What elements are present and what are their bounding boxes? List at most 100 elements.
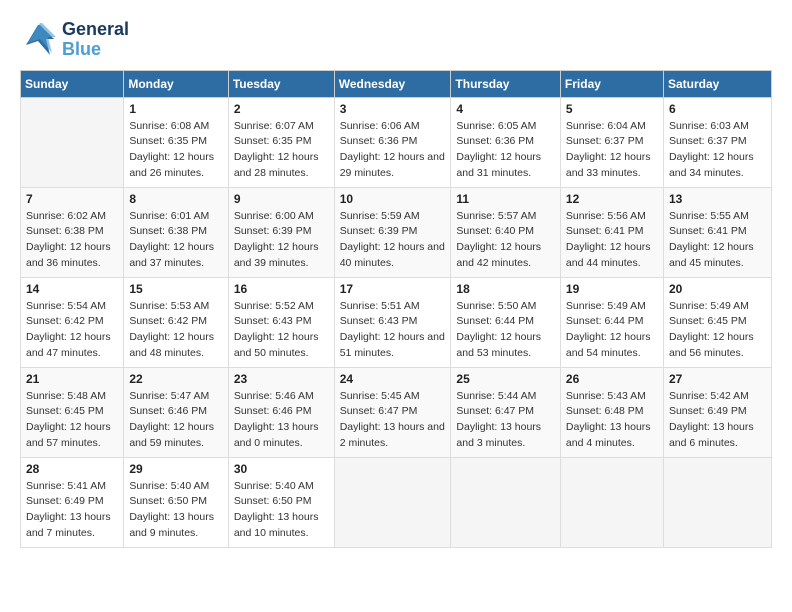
weekday-header: Sunday [21,70,124,97]
day-number: 12 [566,192,658,206]
calendar-cell: 21 Sunrise: 5:48 AMSunset: 6:45 PMDayligh… [21,367,124,457]
calendar-cell: 9Sunrise: 6:00 AMSunset: 6:39 PMDaylight… [228,187,334,277]
day-info: Sunrise: 6:02 AMSunset: 6:38 PMDaylight:… [26,209,118,272]
calendar-cell: 28Sunrise: 5:41 AMSunset: 6:49 PMDayligh… [21,457,124,547]
calendar-week-row: 7 Sunrise: 6:02 AMSunset: 6:38 PMDaylight… [21,187,772,277]
weekday-header: Thursday [451,70,561,97]
calendar-cell: 25 Sunrise: 5:44 AMSunset: 6:47 PMDayligh… [451,367,561,457]
logo-blue: Blue [62,40,129,60]
calendar-cell: 19Sunrise: 5:49 AMSunset: 6:44 PMDayligh… [560,277,663,367]
day-info: Sunrise: 6:04 AMSunset: 6:37 PMDaylight:… [566,119,658,182]
calendar-cell: 2 Sunrise: 6:07 AMSunset: 6:35 PMDaylight… [228,97,334,187]
day-info: Sunrise: 6:01 AMSunset: 6:38 PMDaylight:… [129,209,222,272]
calendar-cell: 1Sunrise: 6:08 AMSunset: 6:35 PMDaylight… [124,97,228,187]
calendar-body: 1Sunrise: 6:08 AMSunset: 6:35 PMDaylight… [21,97,772,547]
day-info: Sunrise: 5:40 AMSunset: 6:50 PMDaylight:… [129,479,222,542]
day-number: 20 [669,282,766,296]
day-number: 10 [340,192,446,206]
calendar-week-row: 1Sunrise: 6:08 AMSunset: 6:35 PMDaylight… [21,97,772,187]
calendar-cell [560,457,663,547]
day-info: Sunrise: 5:50 AMSunset: 6:44 PMDaylight:… [456,299,555,362]
day-number: 26 [566,372,658,386]
day-info: Sunrise: 6:06 AMSunset: 6:36 PMDaylight:… [340,119,446,182]
day-info: Sunrise: 5:54 AMSunset: 6:42 PMDaylight:… [26,299,118,362]
page-header: General Blue [20,20,772,60]
calendar-cell: 17 Sunrise: 5:51 AMSunset: 6:43 PMDayligh… [334,277,451,367]
day-info: Sunrise: 5:52 AMSunset: 6:43 PMDaylight:… [234,299,329,362]
calendar-cell: 14 Sunrise: 5:54 AMSunset: 6:42 PMDayligh… [21,277,124,367]
day-number: 22 [129,372,222,386]
day-number: 24 [340,372,446,386]
calendar-cell: 5 Sunrise: 6:04 AMSunset: 6:37 PMDaylight… [560,97,663,187]
day-number: 13 [669,192,766,206]
logo-bird-icon [20,21,58,59]
day-number: 14 [26,282,118,296]
day-number: 6 [669,102,766,116]
day-info: Sunrise: 6:05 AMSunset: 6:36 PMDaylight:… [456,119,555,182]
day-info: Sunrise: 6:03 AMSunset: 6:37 PMDaylight:… [669,119,766,182]
day-number: 1 [129,102,222,116]
calendar-cell: 16 Sunrise: 5:52 AMSunset: 6:43 PMDayligh… [228,277,334,367]
calendar-cell: 8 Sunrise: 6:01 AMSunset: 6:38 PMDaylight… [124,187,228,277]
calendar-week-row: 14 Sunrise: 5:54 AMSunset: 6:42 PMDayligh… [21,277,772,367]
day-info: Sunrise: 5:53 AMSunset: 6:42 PMDaylight:… [129,299,222,362]
day-number: 2 [234,102,329,116]
logo-general: General [62,20,129,40]
calendar-cell: 4 Sunrise: 6:05 AMSunset: 6:36 PMDaylight… [451,97,561,187]
day-number: 29 [129,462,222,476]
calendar-cell: 3 Sunrise: 6:06 AMSunset: 6:36 PMDaylight… [334,97,451,187]
calendar-cell [451,457,561,547]
day-number: 5 [566,102,658,116]
day-info: Sunrise: 6:07 AMSunset: 6:35 PMDaylight:… [234,119,329,182]
day-info: Sunrise: 5:44 AMSunset: 6:47 PMDaylight:… [456,389,555,452]
day-info: Sunrise: 5:51 AMSunset: 6:43 PMDaylight:… [340,299,446,362]
day-info: Sunrise: 5:43 AMSunset: 6:48 PMDaylight:… [566,389,658,452]
day-info: Sunrise: 5:59 AMSunset: 6:39 PMDaylight:… [340,209,446,272]
day-number: 4 [456,102,555,116]
calendar-week-row: 21 Sunrise: 5:48 AMSunset: 6:45 PMDayligh… [21,367,772,457]
calendar-cell: 20 Sunrise: 5:49 AMSunset: 6:45 PMDayligh… [663,277,771,367]
calendar-cell: 11 Sunrise: 5:57 AMSunset: 6:40 PMDayligh… [451,187,561,277]
day-info: Sunrise: 5:55 AMSunset: 6:41 PMDaylight:… [669,209,766,272]
day-number: 27 [669,372,766,386]
weekday-header: Monday [124,70,228,97]
calendar-cell [334,457,451,547]
day-number: 28 [26,462,118,476]
weekday-header: Saturday [663,70,771,97]
day-number: 19 [566,282,658,296]
weekday-header: Wednesday [334,70,451,97]
day-number: 30 [234,462,329,476]
day-number: 21 [26,372,118,386]
day-number: 16 [234,282,329,296]
day-number: 3 [340,102,446,116]
weekday-header: Tuesday [228,70,334,97]
day-number: 9 [234,192,329,206]
day-number: 7 [26,192,118,206]
day-info: Sunrise: 5:45 AMSunset: 6:47 PMDaylight:… [340,389,446,452]
day-info: Sunrise: 5:42 AMSunset: 6:49 PMDaylight:… [669,389,766,452]
calendar-cell: 18Sunrise: 5:50 AMSunset: 6:44 PMDayligh… [451,277,561,367]
day-number: 8 [129,192,222,206]
day-number: 11 [456,192,555,206]
calendar-cell: 24 Sunrise: 5:45 AMSunset: 6:47 PMDayligh… [334,367,451,457]
day-info: Sunrise: 5:46 AMSunset: 6:46 PMDaylight:… [234,389,329,452]
day-info: Sunrise: 5:56 AMSunset: 6:41 PMDaylight:… [566,209,658,272]
calendar-cell: 29 Sunrise: 5:40 AMSunset: 6:50 PMDayligh… [124,457,228,547]
day-info: Sunrise: 5:40 AMSunset: 6:50 PMDaylight:… [234,479,329,542]
calendar-header-row: SundayMondayTuesdayWednesdayThursdayFrid… [21,70,772,97]
calendar-cell: 22Sunrise: 5:47 AMSunset: 6:46 PMDayligh… [124,367,228,457]
day-info: Sunrise: 5:57 AMSunset: 6:40 PMDaylight:… [456,209,555,272]
calendar-cell: 23 Sunrise: 5:46 AMSunset: 6:46 PMDayligh… [228,367,334,457]
calendar-cell: 13 Sunrise: 5:55 AMSunset: 6:41 PMDayligh… [663,187,771,277]
day-info: Sunrise: 5:48 AMSunset: 6:45 PMDaylight:… [26,389,118,452]
calendar-table: SundayMondayTuesdayWednesdayThursdayFrid… [20,70,772,548]
day-number: 15 [129,282,222,296]
day-number: 23 [234,372,329,386]
day-number: 17 [340,282,446,296]
calendar-cell: 30 Sunrise: 5:40 AMSunset: 6:50 PMDayligh… [228,457,334,547]
calendar-cell [663,457,771,547]
day-info: Sunrise: 5:49 AMSunset: 6:45 PMDaylight:… [669,299,766,362]
day-number: 25 [456,372,555,386]
logo-wordmark: General Blue [20,20,129,60]
calendar-cell: 10 Sunrise: 5:59 AMSunset: 6:39 PMDayligh… [334,187,451,277]
